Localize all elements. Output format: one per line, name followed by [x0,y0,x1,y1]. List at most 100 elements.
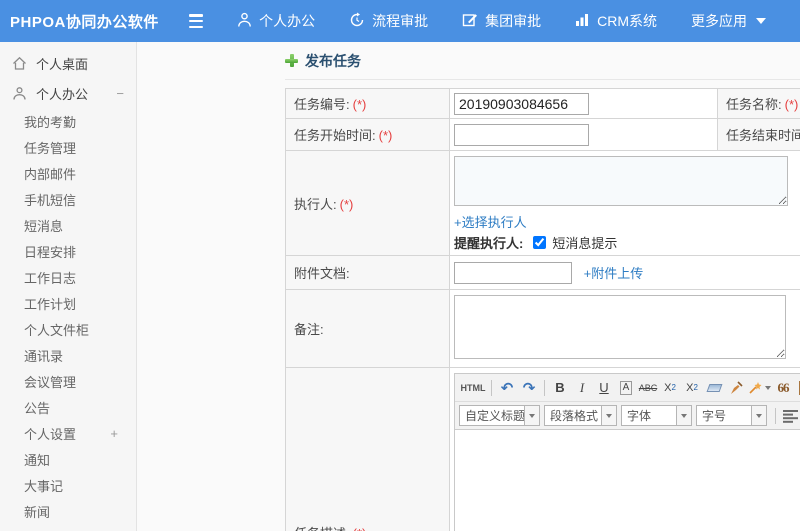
sms-remind-checkbox[interactable] [533,236,547,249]
underline-button[interactable]: U [594,378,614,398]
sidebar-item-label: 工作日志 [24,270,77,286]
task-number-input[interactable] [454,92,589,115]
sidebar-item-label: 个人文件柜 [24,322,90,338]
remark-textarea[interactable] [454,295,786,359]
sidebar-item-short-message[interactable]: 短消息 [0,212,136,238]
sidebar-item-meeting-management[interactable]: 会议管理 [0,368,136,394]
end-time-label-cell: 任务结束时间:(*) [717,118,800,151]
align-left-icon[interactable] [782,409,799,423]
chevron-down-icon [751,406,766,425]
required-mark: (*) [353,526,367,531]
bold-button[interactable]: B [550,378,570,398]
required-mark: (*) [339,196,354,212]
remark-label: 备注: [294,322,324,337]
redo-icon[interactable]: ↷ [519,378,539,398]
sidebar-item-news[interactable]: 新闻 [0,498,136,524]
sidebar-item-label: 手机短信 [24,192,77,208]
nav-group-approval[interactable]: 集团审批 [462,11,541,31]
sidebar-item-internal-mail[interactable]: 内部邮件 [0,160,136,186]
attachment-input[interactable] [454,261,572,284]
start-time-cell [449,118,718,151]
task-number-label-cell: 任务编号: (*) [285,88,450,119]
chevron-down-icon [676,406,691,425]
expand-plus-icon[interactable]: + [110,426,118,441]
nav-more-apps[interactable]: 更多应用 [691,11,766,31]
attachment-upload-link[interactable]: +附件上传 [584,266,644,281]
sidebar-item-personal-office[interactable]: 个人办公 − [0,78,136,108]
paste-text-icon[interactable]: T [795,378,800,398]
sidebar-item-sms[interactable]: 手机短信 [0,186,136,212]
paragraph-format-select[interactable]: 段落格式 [544,405,617,426]
hamburger-menu-icon[interactable] [189,14,207,28]
html-source-button[interactable]: HTML [460,378,486,398]
magic-wand-icon[interactable] [748,378,771,398]
sidebar-item-label: 日程安排 [24,244,77,260]
history-clock-icon [349,12,365,31]
task-name-label: 任务名称: [726,97,782,112]
sidebar-item-personal-settings[interactable]: 个人设置 + [0,420,136,446]
executor-label-cell: 执行人: (*) [285,150,450,256]
description-label-cell: 任务描述:(*) [285,367,450,531]
sidebar-item-label: 通讯录 [24,348,64,364]
executor-textarea[interactable] [454,156,788,206]
table-row: 任务开始时间:(*) 任务结束时间:(*) [285,118,800,151]
superscript-button[interactable]: X2 [660,378,680,398]
nav-label: CRM系统 [597,13,657,29]
main-content: 发布任务 任务编号:(*) 任务名称:(*) 任务 [138,42,800,531]
nav-personal-office[interactable]: 个人办公 [237,11,315,31]
sidebar-item-notice[interactable]: 通知 [0,446,136,472]
select-label: 段落格式 [550,409,599,423]
start-time-input[interactable] [454,123,589,146]
attachment-cell: +附件上传 [449,255,800,290]
sidebar-item-major-events[interactable]: 大事记 [0,472,136,498]
sidebar-item-task-management[interactable]: 任务管理 [0,134,136,160]
sidebar-item-personal-desktop[interactable]: 个人桌面 [0,48,136,78]
table-row: 任务编号:(*) 任务名称:(*) [285,88,800,119]
attachment-label-cell: 附件文档: [285,255,450,290]
start-time-label-cell: 任务开始时间: (*) [285,118,450,151]
editor-toolbar-row2: 自定义标题 段落格式 字体 字号 [455,402,800,430]
table-row: 执行人: (*) +选择执行人 提醒执行人: 短消息提示 [285,150,800,256]
required-mark: (*) [784,97,799,112]
eraser-icon[interactable] [704,378,724,398]
table-row: 备注: [285,289,800,368]
sidebar-item-contacts[interactable]: 通讯录 [0,342,136,368]
nav-workflow-approval[interactable]: 流程审批 [349,11,428,31]
description-label: 任务描述: [294,526,350,531]
sidebar-item-announcement[interactable]: 公告 [0,394,136,420]
border-text-button[interactable]: A [616,378,636,398]
top-nav: 个人办公 流程审批 集团审批 CRM系统 更多应用 [237,11,800,31]
sidebar-item-file-cabinet[interactable]: 个人文件柜 [0,316,136,342]
chevron-down-icon [756,18,766,24]
start-time-label: 任务开始时间: [294,128,376,143]
top-bar: PHPOA协同办公软件 个人办公 流程审批 集团审批 CRM系统 更多应用 [0,0,800,42]
sidebar-item-schedule[interactable]: 日程安排 [0,238,136,264]
choose-executor-link[interactable]: +选择执行人 [454,215,527,230]
collapse-minus-icon[interactable]: − [116,86,124,101]
chevron-down-icon [601,406,616,425]
font-size-select[interactable]: 字号 [696,405,767,426]
custom-title-select[interactable]: 自定义标题 [459,405,540,426]
sidebar-item-work-log[interactable]: 工作日志 [0,264,136,290]
remark-cell [449,289,800,368]
nav-label: 流程审批 [372,13,429,29]
blockquote-button[interactable]: 66 [773,378,793,398]
font-family-select[interactable]: 字体 [621,405,692,426]
subscript-button[interactable]: X2 [682,378,702,398]
attachment-label: 附件文档: [294,266,350,281]
remind-executor-label: 提醒执行人: [454,236,524,251]
boxed-a-label: A [619,380,633,395]
nav-crm-system[interactable]: CRM系统 [575,11,657,31]
select-label: 自定义标题 [465,409,526,423]
format-brush-icon[interactable] [726,378,746,398]
sidebar-item-attendance[interactable]: 我的考勤 [0,108,136,134]
editor-content-area[interactable] [455,430,800,531]
toolbar-separator [544,379,545,396]
remark-label-cell: 备注: [285,289,450,368]
sidebar-item-work-plan[interactable]: 工作计划 [0,290,136,316]
undo-icon[interactable]: ↶ [497,378,517,398]
strikethrough-button[interactable]: ABC [638,378,658,398]
editor-toolbar-row1: HTML ↶ ↷ B I U A ABC X2 X2 66 [455,374,800,402]
app-logo: PHPOA协同办公软件 [10,13,159,31]
italic-button[interactable]: I [572,378,592,398]
